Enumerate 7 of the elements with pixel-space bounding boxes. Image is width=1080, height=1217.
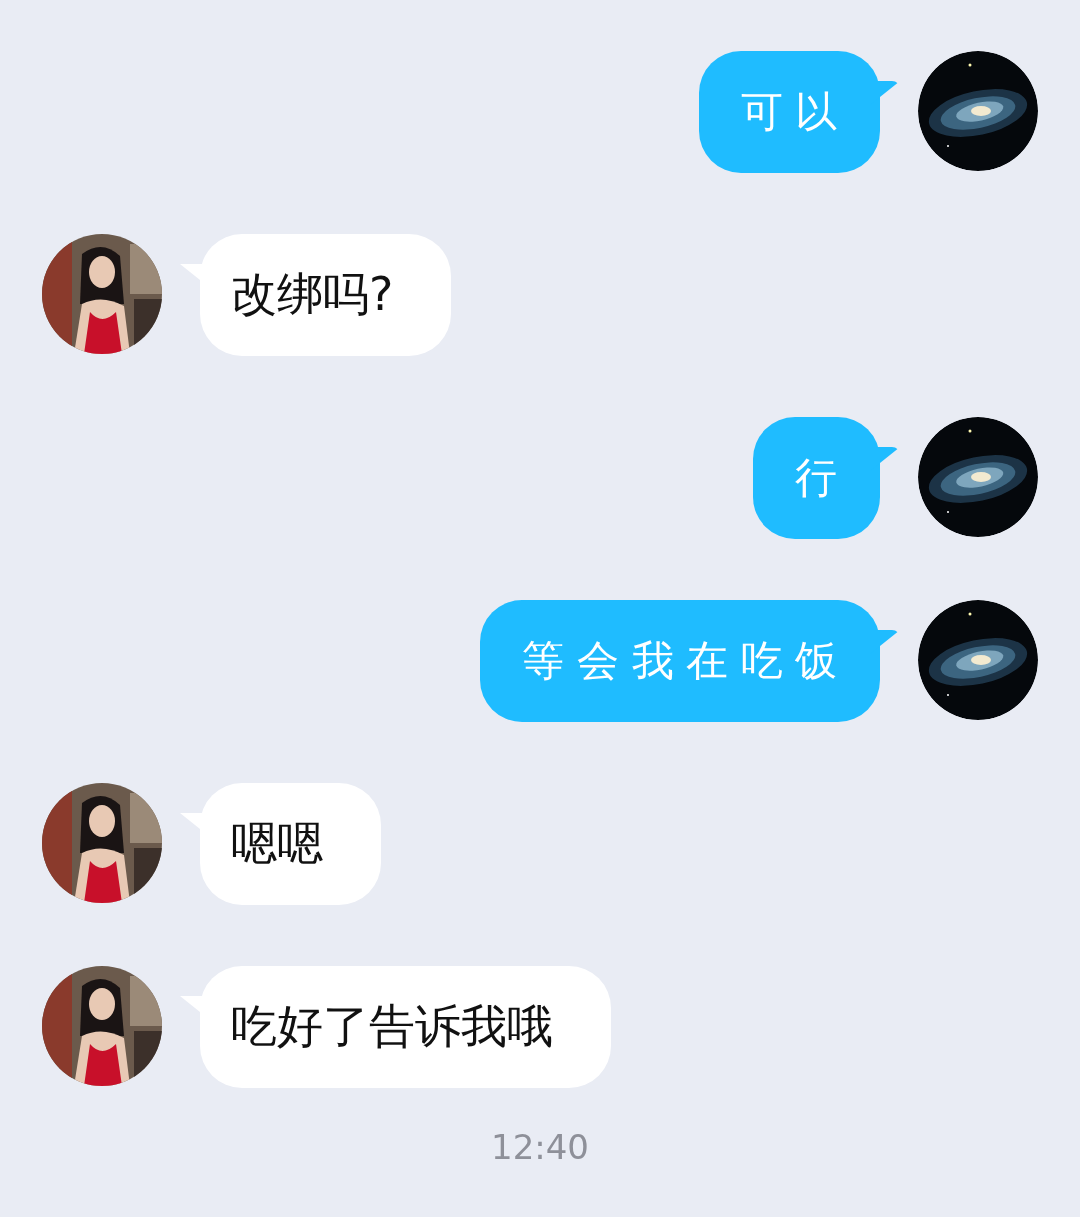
message-bubble: 等会我在吃饭 bbox=[480, 600, 900, 722]
message-bubble: 可以 bbox=[698, 51, 900, 173]
message-bubble: 吃好了告诉我哦 bbox=[180, 966, 611, 1088]
timestamp: 12:40 bbox=[491, 1127, 589, 1167]
message-bubble: 嗯嗯 bbox=[180, 783, 381, 905]
message-bubble: 改绑吗? bbox=[180, 234, 452, 356]
message-bubble: 行 bbox=[753, 417, 900, 539]
